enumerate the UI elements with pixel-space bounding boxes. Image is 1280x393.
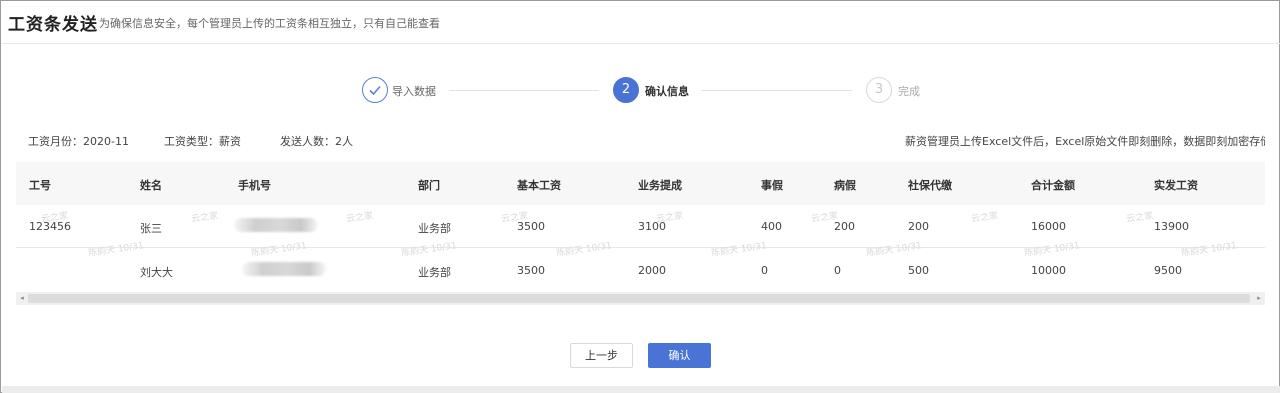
cell: 3500	[517, 220, 545, 233]
cell: 200	[908, 220, 929, 233]
recipient-count: 发送人数：2人	[280, 135, 353, 148]
step-connector	[701, 90, 852, 91]
security-notice: 薪资管理员上传Excel文件后，Excel原始文件即刻删除，数据即刻加密存储	[905, 135, 1265, 148]
step-1-label: 导入数据	[392, 85, 436, 98]
scroll-left-icon[interactable]: ◂	[16, 292, 28, 305]
col-header: 业务提成	[638, 179, 682, 192]
cell: 0	[834, 264, 841, 277]
col-header: 基本工资	[517, 179, 561, 192]
col-header: 社保代缴	[908, 179, 952, 192]
col-header: 工号	[29, 179, 51, 192]
salary-month: 工资月份：2020-11	[28, 135, 129, 148]
app-frame: 工资条发送 为确保信息安全，每个管理员上传的工资条相互独立，只有自己能查看 导入…	[0, 0, 1280, 393]
page-header: 工资条发送 为确保信息安全，每个管理员上传的工资条相互独立，只有自己能查看	[2, 2, 1280, 44]
step-3-number: 3	[866, 77, 892, 103]
page-title: 工资条发送	[8, 15, 98, 35]
cell: 16000	[1031, 220, 1066, 233]
phone-blurred	[234, 218, 318, 232]
col-header: 病假	[834, 179, 856, 192]
col-header: 实发工资	[1154, 179, 1198, 192]
cell: 123456	[29, 220, 71, 233]
step-2-label: 确认信息	[645, 85, 689, 98]
cell: 0	[761, 264, 768, 277]
cell: 200	[834, 220, 855, 233]
table-header: 工号 姓名 手机号 部门 基本工资 业务提成 事假 病假 社保代缴 合计金额 实…	[16, 162, 1265, 205]
cell: 10000	[1031, 264, 1066, 277]
horizontal-scrollbar[interactable]: ◂ ▸	[16, 292, 1265, 305]
col-header: 姓名	[140, 179, 162, 192]
cell: 500	[908, 264, 929, 277]
cell: 张三	[140, 222, 162, 235]
cell: 刘大大	[140, 266, 173, 279]
cell: 400	[761, 220, 782, 233]
scroll-right-icon[interactable]: ▸	[1253, 292, 1265, 305]
page-subtitle: 为确保信息安全，每个管理员上传的工资条相互独立，只有自己能查看	[99, 17, 440, 30]
prev-step-button[interactable]: 上一步	[570, 343, 633, 368]
col-header: 事假	[761, 179, 783, 192]
cell: 9500	[1154, 264, 1182, 277]
bottom-bar	[2, 386, 1280, 393]
stepper: 导入数据 2 确认信息 3 完成	[1, 77, 1280, 105]
cell: 业务部	[418, 266, 451, 279]
salary-table: 工号 姓名 手机号 部门 基本工资 业务提成 事假 病假 社保代缴 合计金额 实…	[16, 162, 1265, 305]
step-connector	[449, 90, 599, 91]
step-2-number: 2	[613, 77, 639, 103]
scroll-thumb[interactable]	[28, 294, 1250, 303]
phone-blurred	[242, 262, 326, 276]
col-header: 部门	[418, 179, 440, 192]
cell: 3100	[638, 220, 666, 233]
step-3-label: 完成	[898, 85, 920, 98]
cell: 3500	[517, 264, 545, 277]
table-row[interactable]: 123456 张三 业务部 3500 3100 400 200 200 1600…	[16, 205, 1265, 248]
salary-type: 工资类型：薪资	[164, 135, 241, 148]
cell: 2000	[638, 264, 666, 277]
col-header: 合计金额	[1031, 179, 1075, 192]
cell: 业务部	[418, 222, 451, 235]
table-row[interactable]: 刘大大 业务部 3500 2000 0 0 500 10000 9500	[16, 249, 1265, 292]
step-1-check-icon	[362, 77, 388, 103]
cell: 13900	[1154, 220, 1189, 233]
col-header: 手机号	[238, 179, 271, 192]
check-icon	[369, 85, 381, 96]
confirm-button[interactable]: 确认	[648, 343, 711, 368]
